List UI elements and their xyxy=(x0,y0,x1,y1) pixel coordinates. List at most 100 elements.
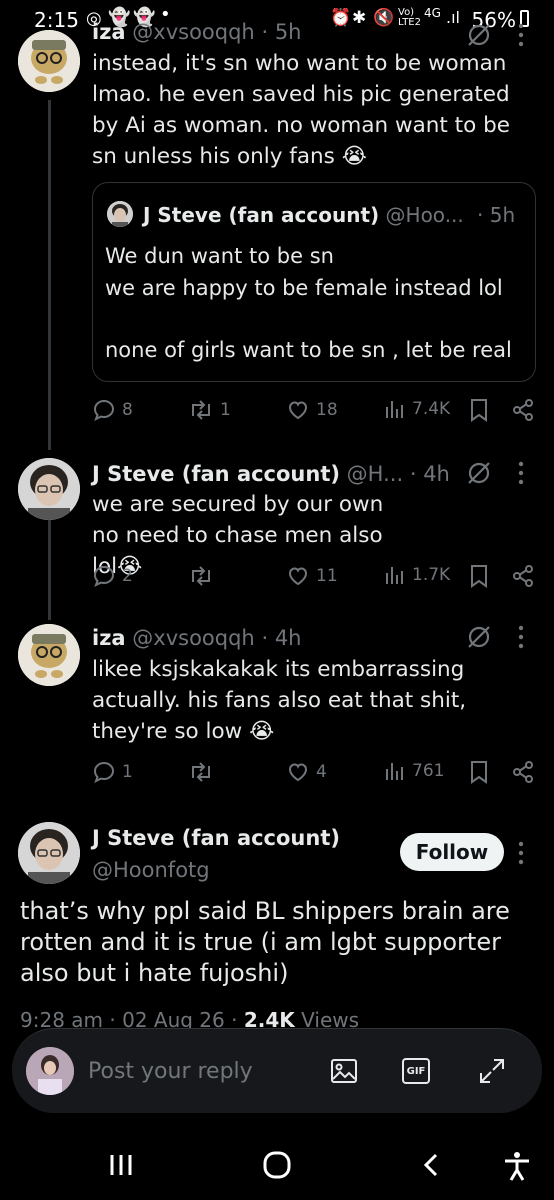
share-button[interactable] xyxy=(512,564,534,588)
quote-time-wrap: · 5h xyxy=(477,203,515,227)
status-time: 2:15 xyxy=(34,8,79,32)
quoted-post[interactable]: J Steve (fan account) @Hoo... · 5h We du… xyxy=(92,182,536,382)
quote-header: J Steve (fan account) @Hoo... xyxy=(143,203,464,227)
thread-line xyxy=(48,520,51,620)
post-header: iza @xvsooqqh · 5h xyxy=(92,20,301,44)
views-button[interactable]: 7.4K xyxy=(384,398,450,420)
repost-icon xyxy=(192,762,210,782)
author-name[interactable]: J Steve (fan account) xyxy=(92,826,340,850)
main-post-text: that’s why ppl said BL shippers brain ar… xyxy=(20,897,510,987)
volte-icon: Vo) LTE2 xyxy=(398,7,421,28)
image-icon[interactable] xyxy=(330,1057,358,1085)
share-button[interactable] xyxy=(512,398,534,422)
author-handle[interactable]: @H... xyxy=(347,462,403,486)
reply-button[interactable]: 8 xyxy=(92,398,133,422)
quote-avatar xyxy=(107,201,133,227)
share-icon xyxy=(513,565,533,587)
expand-icon[interactable] xyxy=(478,1057,506,1085)
gif-icon[interactable]: GIF xyxy=(402,1058,430,1084)
post-actions: 8 1 18 7.4K xyxy=(92,398,538,426)
more-options-icon[interactable] xyxy=(518,460,524,486)
reply-button[interactable]: 1 xyxy=(92,760,133,784)
user-avatar xyxy=(26,1047,74,1095)
separator-dot: · xyxy=(477,203,484,227)
main-author-handle[interactable]: @Hoonfotg xyxy=(92,858,210,882)
repost-icon xyxy=(192,400,210,420)
quote-line-1: We dun want to be sn xyxy=(105,244,334,268)
separator-dot: · xyxy=(261,20,269,44)
bookmark-icon xyxy=(471,761,487,784)
repost-button[interactable]: 1 xyxy=(188,398,231,422)
quote-time: 5h xyxy=(489,203,516,227)
quote-author-handle: @Hoo... xyxy=(385,203,464,227)
reply-count: 2 xyxy=(122,566,133,586)
system-nav-bar xyxy=(0,1130,554,1200)
grok-icon[interactable] xyxy=(466,22,492,48)
views-icon xyxy=(386,401,403,418)
like-count: 4 xyxy=(316,762,327,782)
like-button[interactable]: 4 xyxy=(286,760,327,784)
avatar[interactable] xyxy=(18,458,80,520)
signal-icon: .ıl xyxy=(446,8,460,27)
recent-apps-button[interactable] xyxy=(108,1152,134,1178)
reply-count: 1 xyxy=(122,762,133,782)
like-count: 11 xyxy=(316,566,338,586)
reply-button[interactable]: 2 xyxy=(92,564,133,588)
alarm-icon: ⏰ xyxy=(330,8,352,28)
like-button[interactable]: 18 xyxy=(286,398,338,422)
reply-icon xyxy=(93,761,115,783)
avatar[interactable] xyxy=(18,30,80,92)
repost-icon xyxy=(192,566,210,586)
views-button[interactable]: 1.7K xyxy=(384,564,450,586)
author-handle[interactable]: @xvsooqqh xyxy=(132,626,254,650)
repost-button[interactable] xyxy=(188,564,214,588)
grok-icon[interactable] xyxy=(466,624,492,650)
share-icon xyxy=(513,761,533,783)
views-count: 1.7K xyxy=(412,565,451,585)
separator-dot: · xyxy=(261,626,269,650)
accessibility-icon[interactable] xyxy=(502,1150,532,1182)
more-options-icon[interactable] xyxy=(518,22,524,48)
quote-author-name: J Steve (fan account) xyxy=(143,203,380,227)
bookmark-button[interactable] xyxy=(469,760,489,784)
repost-count: 1 xyxy=(220,400,231,420)
network-type: 4G xyxy=(424,6,441,20)
repost-button[interactable] xyxy=(188,760,214,784)
like-button[interactable]: 11 xyxy=(286,564,338,588)
views-button[interactable]: 761 xyxy=(384,760,444,782)
post-actions: 1 4 761 xyxy=(92,760,538,788)
more-options-icon[interactable] xyxy=(518,840,524,866)
bookmark-icon xyxy=(471,565,487,588)
reply-input[interactable]: Post your reply xyxy=(88,1059,253,1084)
views-count: 761 xyxy=(412,761,445,781)
follow-button[interactable]: Follow xyxy=(400,833,504,871)
thread-line xyxy=(48,100,51,450)
share-button[interactable] xyxy=(512,760,534,784)
post-text: likee ksjskakakak its embarrassing actua… xyxy=(92,657,467,744)
more-options-icon[interactable] xyxy=(518,624,524,650)
avatar[interactable] xyxy=(18,822,80,884)
author-handle[interactable]: @xvsooqqh xyxy=(132,20,254,44)
heart-icon xyxy=(288,567,308,586)
bookmark-button[interactable] xyxy=(469,564,489,588)
reply-composer[interactable]: Post your reply GIF xyxy=(12,1028,542,1113)
back-button[interactable] xyxy=(420,1152,442,1178)
mute-icon: 🔇 xyxy=(373,8,395,28)
post-time: 4h xyxy=(274,626,302,650)
main-author-name[interactable]: J Steve (fan account) xyxy=(92,826,340,850)
like-count: 18 xyxy=(316,400,338,420)
post-actions: 2 11 1.7K xyxy=(92,564,538,592)
views-icon xyxy=(386,763,403,780)
share-icon xyxy=(513,399,533,421)
bookmark-icon xyxy=(471,399,487,422)
bookmark-button[interactable] xyxy=(469,398,489,422)
quote-line-3: none of girls want to be sn , let be rea… xyxy=(105,338,512,362)
author-name[interactable]: iza xyxy=(92,626,126,650)
author-name[interactable]: J Steve (fan account) xyxy=(92,462,340,486)
bluetooth-icon: ✱ xyxy=(352,8,367,28)
author-name[interactable]: iza xyxy=(92,20,126,44)
home-button[interactable] xyxy=(262,1150,292,1180)
post-text: instead, it's sn who want to be woman lm… xyxy=(92,51,510,169)
grok-icon[interactable] xyxy=(466,460,492,486)
avatar[interactable] xyxy=(18,624,80,686)
